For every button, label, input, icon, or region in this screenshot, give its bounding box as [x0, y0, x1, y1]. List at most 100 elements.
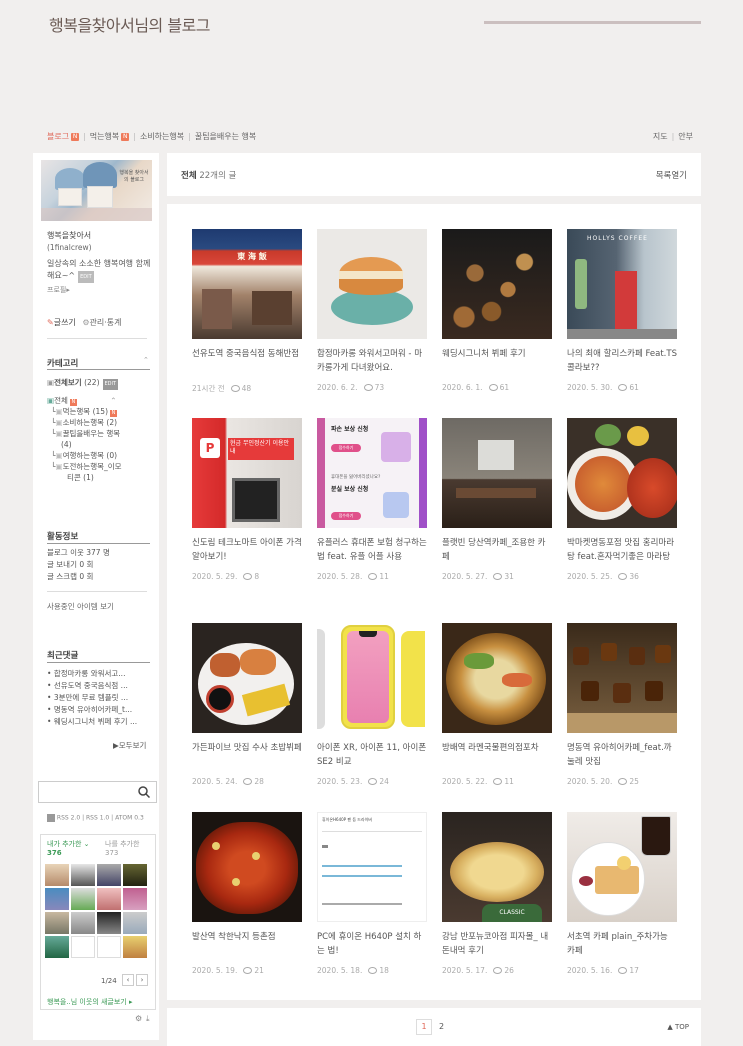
category-item-spending[interactable]: └▣소비하는행복 (2): [47, 417, 122, 428]
post-thumbnail[interactable]: HOLLYS COFFEE: [567, 229, 677, 339]
tab-added-me[interactable]: 나를 추가한 373: [105, 839, 139, 857]
post-card[interactable]: 박마켓명동포점 맛집 홍리마라탕 feat.혼자먹기좋은 마라탕집 2020. …: [567, 418, 677, 581]
post-card[interactable]: 서초역 카페 plain_주차가능 카페 2020. 5. 16. 17: [567, 812, 677, 975]
post-thumbnail[interactable]: [317, 623, 427, 733]
recent-comment-item[interactable]: • 웨딩시그니처 뷔페 후기 ...: [47, 716, 137, 728]
map-link[interactable]: 지도: [653, 132, 668, 141]
neighbor-avatar[interactable]: [71, 864, 95, 886]
post-card[interactable]: 가든파이브 맛집 수사 초밥뷔페 2020. 5. 24. 28: [192, 623, 302, 786]
post-thumbnail[interactable]: 파손 보상 신청 접수하기 휴대폰을 잃어버리셨나요? 분실 보상 신청 접수하…: [317, 418, 427, 528]
category-root[interactable]: ▣전체 N ⌃: [47, 395, 122, 406]
neighbor-avatar[interactable]: [123, 888, 147, 910]
post-card[interactable]: 합정마카롱 와워서고머워 - 마카롱가게 다녀왔어요. 2020. 6. 2. 7…: [317, 229, 427, 392]
post-thumbnail[interactable]: [317, 229, 427, 339]
download-icon[interactable]: ⤓: [146, 1014, 150, 1024]
post-card[interactable]: 방배역 라멘국물편의점포차 2020. 5. 22. 11: [442, 623, 552, 786]
post-thumbnail[interactable]: [192, 623, 302, 733]
category-item-travel[interactable]: └▣여행하는행복 (0): [47, 450, 122, 461]
post-card[interactable]: 휴이온H640P 펜 등 드라이버 PC에 휴이온 H640P 설치 하는 법!…: [317, 812, 427, 975]
category-item-tips[interactable]: └▣꿀팁을배우는 행복: [47, 428, 122, 439]
post-title[interactable]: 박마켓명동포점 맛집 홍리마라탕 feat.혼자먹기좋은 마라탕집: [567, 536, 677, 564]
neighbor-avatar[interactable]: [45, 912, 69, 934]
post-title[interactable]: 나의 최애 할리스카페 Feat.TS 콜라보??: [567, 347, 677, 375]
neighbor-avatar[interactable]: [45, 936, 69, 958]
nav-item-blog[interactable]: 블로그 N: [47, 131, 80, 142]
nav-item-eating[interactable]: 먹는행복 N: [90, 131, 130, 142]
post-thumbnail[interactable]: [442, 229, 552, 339]
post-title[interactable]: 아이폰 XR, 아이폰 11, 아이폰SE2 비교: [317, 741, 427, 769]
items-link[interactable]: 사용중인 아이템 보기: [47, 601, 114, 612]
post-card[interactable]: 파손 보상 신청 접수하기 휴대폰을 잃어버리셨나요? 분실 보상 신청 접수하…: [317, 418, 427, 581]
neighbor-avatar[interactable]: [97, 912, 121, 934]
view-all-comments[interactable]: ▶모두보기: [113, 740, 146, 751]
edit-badge[interactable]: EDIT: [102, 379, 119, 390]
edit-badge[interactable]: EDIT: [78, 271, 94, 283]
post-thumbnail[interactable]: 휴이온H640P 펜 등 드라이버: [317, 812, 427, 922]
profile-link[interactable]: 프로필▸: [47, 285, 70, 295]
guestbook-link[interactable]: 안부: [678, 132, 693, 141]
list-toggle-button[interactable]: 목록열기: [656, 169, 687, 181]
recent-comment-item[interactable]: • 합정마카롱 와워서고...: [47, 668, 137, 680]
post-title[interactable]: 발산역 착한낙지 등촌점: [192, 930, 302, 958]
post-thumbnail[interactable]: [442, 623, 552, 733]
post-title[interactable]: 선유도역 중국음식점 동해반점: [192, 347, 302, 375]
post-card[interactable]: 플랫빈 당산역카페_조용한 카페 2020. 5. 27. 31: [442, 418, 552, 581]
rss-2-link[interactable]: RSS 2.0: [57, 815, 80, 822]
neighbor-avatar[interactable]: [123, 864, 147, 886]
post-card[interactable]: 발산역 착한낙지 등촌점 2020. 5. 19. 21: [192, 812, 302, 975]
post-thumbnail[interactable]: [192, 812, 302, 922]
post-card[interactable]: 명동역 유아히어카페_feat.까눌레 맛집 2020. 5. 20. 25: [567, 623, 677, 786]
post-card[interactable]: 웨딩시그니처 뷔페 후기 2020. 6. 1. 61: [442, 229, 552, 392]
recent-comment-item[interactable]: • 3분만에 무료 템플릿 ...: [47, 692, 137, 704]
search-icon[interactable]: [138, 786, 150, 798]
post-title[interactable]: 방배역 라멘국물편의점포차: [442, 741, 552, 769]
write-button[interactable]: 글쓰기: [54, 318, 76, 327]
neighbor-avatar[interactable]: [71, 936, 95, 958]
search-input[interactable]: [38, 781, 157, 803]
atom-link[interactable]: ATOM 0.3: [115, 815, 144, 822]
post-title[interactable]: 가든파이브 맛집 수사 초밥뷔페: [192, 741, 302, 769]
category-item-emoticon[interactable]: └▣도전하는행복_이모: [47, 461, 122, 472]
prev-page-button[interactable]: ‹: [122, 974, 134, 986]
post-title[interactable]: 유플러스 휴대폰 보험 청구하는법 feat. 유플 어플 사용: [317, 536, 427, 564]
neighbors-new-posts-link[interactable]: 행복을..님 이웃의 새글보기 ▸: [47, 997, 132, 1007]
recent-comment-item[interactable]: • 선유도역 중국음식점 ...: [47, 680, 137, 692]
post-title[interactable]: 웨딩시그니처 뷔페 후기: [442, 347, 552, 375]
post-title[interactable]: 플랫빈 당산역카페_조용한 카페: [442, 536, 552, 564]
post-title[interactable]: 강남 반포뉴코아점 피자몰_ 내돈내먹 후기: [442, 930, 552, 958]
nav-item-spending[interactable]: 소비하는행복: [140, 131, 184, 142]
neighbor-avatar[interactable]: [123, 936, 147, 958]
post-card[interactable]: 東 海 飯 선유도역 중국음식점 동해반점 21시간 전 48: [192, 229, 302, 394]
post-thumbnail[interactable]: P 현금 무인정산기 이용안내: [192, 418, 302, 528]
profile-name[interactable]: 행복을찾아서: [47, 230, 91, 241]
post-title[interactable]: 신도림 테크노마트 아이폰 가격 알아보기!: [192, 536, 302, 564]
post-title[interactable]: PC에 휴이온 H640P 설치 하는 법!: [317, 930, 427, 958]
tab-added-by-me[interactable]: 내가 추가한 ⌄ 376: [47, 839, 90, 857]
post-card[interactable]: HOLLYS COFFEE 나의 최애 할리스카페 Feat.TS 콜라보?? …: [567, 229, 677, 392]
post-title[interactable]: 합정마카롱 와워서고머워 - 마카롱가게 다녀왔어요.: [317, 347, 427, 375]
neighbor-avatar[interactable]: [123, 912, 147, 934]
post-card[interactable]: 아이폰 XR, 아이폰 11, 아이폰SE2 비교 2020. 5. 23. 24: [317, 623, 427, 786]
settings-icon[interactable]: ⚙: [135, 1014, 142, 1023]
chevron-up-icon[interactable]: ⌃: [110, 395, 116, 406]
category-all[interactable]: ▣전체보기 (22) EDIT: [47, 377, 122, 390]
post-thumbnail[interactable]: CLASSIC: [442, 812, 552, 922]
neighbor-avatar[interactable]: [71, 888, 95, 910]
blog-title[interactable]: 행복을찾아서님의 블로그: [49, 12, 211, 36]
neighbor-avatar[interactable]: [45, 888, 69, 910]
manage-link[interactable]: 관리·통계: [90, 318, 122, 327]
category-item-eating[interactable]: └▣먹는행복 (15) N: [47, 406, 122, 417]
post-card[interactable]: CLASSIC 강남 반포뉴코아점 피자몰_ 내돈내먹 후기 2020. 5. …: [442, 812, 552, 975]
post-thumbnail[interactable]: [442, 418, 552, 528]
post-thumbnail[interactable]: [567, 623, 677, 733]
post-thumbnail[interactable]: 東 海 飯: [192, 229, 302, 339]
post-card[interactable]: P 현금 무인정산기 이용안내 신도림 테크노마트 아이폰 가격 알아보기! 2…: [192, 418, 302, 581]
post-thumbnail[interactable]: [567, 812, 677, 922]
collapse-icon[interactable]: ⌃: [143, 356, 149, 364]
neighbor-avatar[interactable]: [97, 888, 121, 910]
neighbor-avatar[interactable]: [97, 864, 121, 886]
recent-comment-item[interactable]: • 명동역 유아히어카페_t...: [47, 704, 137, 716]
post-title[interactable]: 명동역 유아히어카페_feat.까눌레 맛집: [567, 741, 677, 769]
post-title[interactable]: 서초역 카페 plain_주차가능 카페: [567, 930, 677, 958]
neighbor-avatar[interactable]: [71, 912, 95, 934]
